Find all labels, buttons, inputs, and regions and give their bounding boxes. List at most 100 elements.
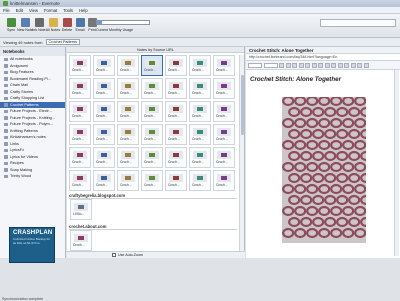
bullet-list-icon[interactable] <box>324 62 330 68</box>
note-thumbnail[interactable]: Croch... <box>117 101 139 122</box>
thumbnail-label: Croch... <box>96 160 108 164</box>
note-thumbnail[interactable]: Croch... <box>141 55 163 76</box>
note-thumbnail[interactable]: Croch... <box>141 124 163 145</box>
italic-icon[interactable] <box>285 62 291 68</box>
note-thumbnail[interactable]: Croch... <box>165 101 187 122</box>
note-thumbnail[interactable]: Croch... <box>165 124 187 145</box>
note-thumbnail[interactable]: Croch... <box>93 55 115 76</box>
note-thumbnail[interactable]: Croch... <box>69 124 91 145</box>
note-thumbnail[interactable]: Croch... <box>213 124 235 145</box>
thumbnail-image <box>169 82 183 90</box>
note-thumbnail[interactable]: Croch... <box>93 78 115 99</box>
thumbnail-image <box>217 151 231 159</box>
note-thumbnail[interactable]: Croch... <box>141 101 163 122</box>
note-thumbnail[interactable]: Croch... <box>165 170 187 191</box>
checkbox-icon[interactable] <box>357 62 362 68</box>
auto-zoom-checkbox[interactable] <box>112 253 116 257</box>
note-thumbnail[interactable]: Croch... <box>117 147 139 168</box>
thumbnail-label: Croch... <box>72 160 84 164</box>
note-url[interactable]: http://crochet.lionbrand.com/faq/348.htm… <box>246 54 400 61</box>
note-thumbnail[interactable]: Croch... <box>213 78 235 99</box>
ad-text: Unlimited Online Backup for as little as… <box>13 237 51 245</box>
thumbnail-label: Croch... <box>216 183 228 187</box>
note-thumbnail[interactable]: Croch... <box>93 124 115 145</box>
menu-format[interactable]: Format <box>44 8 57 13</box>
menu-bar: File Edit View Format Tools Help <box>0 7 400 14</box>
strike-icon[interactable] <box>298 62 304 68</box>
note-title[interactable]: Crochet Stitch: Alone Together <box>246 47 400 54</box>
note-thumbnail[interactable]: Croch... <box>93 101 115 122</box>
note-thumbnail[interactable]: Croch... <box>189 124 211 145</box>
thumbnail-image <box>73 105 87 113</box>
search-input[interactable] <box>320 19 396 27</box>
menu-file[interactable]: File <box>3 8 10 13</box>
number-list-icon[interactable] <box>331 62 336 68</box>
note-thumbnail[interactable]: Croch... <box>189 101 211 122</box>
note-thumbnail[interactable]: Croch... <box>69 170 91 191</box>
note-thumbnail[interactable]: Croch... <box>189 78 211 99</box>
indent-icon[interactable] <box>337 62 343 68</box>
align-right-icon[interactable] <box>318 62 323 68</box>
align-center-icon[interactable] <box>311 62 317 68</box>
thumbnail-label: Croch... <box>168 183 180 187</box>
zoom-bar: Use Auto-Zoom <box>67 251 245 258</box>
note-thumbnail[interactable]: Croch... <box>117 170 139 191</box>
notebook-selector[interactable]: Crochet Patterns <box>45 39 81 45</box>
note-thumbnail[interactable]: Croch... <box>189 55 211 76</box>
note-thumbnail[interactable]: Croch... <box>141 78 163 99</box>
notebook-icon <box>4 122 8 126</box>
note-thumbnail[interactable]: Croch... <box>165 55 187 76</box>
thumbnail-label: Croch... <box>168 137 180 141</box>
thumbnail-image <box>97 105 111 113</box>
notebook-icon <box>4 96 8 100</box>
notes-scrollbar[interactable] <box>239 55 244 251</box>
note-thumbnail[interactable]: Croch... <box>69 78 91 99</box>
font-select[interactable] <box>248 62 262 68</box>
size-select[interactable] <box>263 62 278 68</box>
note-thumbnail[interactable]: Croch... <box>93 147 115 168</box>
note-thumbnail[interactable]: Croch... <box>165 147 187 168</box>
ink-note-icon <box>34 18 44 27</box>
note-thumbnail[interactable]: Croch... <box>69 55 91 76</box>
note-thumbnail[interactable]: Croch... <box>93 170 115 191</box>
thumbnail-image <box>217 82 231 90</box>
thumbnail-image <box>193 151 207 159</box>
auto-zoom-label: Use Auto-Zoom <box>118 253 143 257</box>
note-thumbnail[interactable]: Croch... <box>117 55 139 76</box>
bold-icon[interactable] <box>279 62 284 68</box>
menu-edit[interactable]: Edit <box>16 8 23 13</box>
note-thumbnail[interactable]: Croch... <box>141 170 163 191</box>
thumbnail-image <box>169 105 183 113</box>
note-thumbnail[interactable]: Croch... <box>69 101 91 122</box>
note-thumbnail[interactable]: Croch... <box>165 78 187 99</box>
note-thumbnail[interactable]: Croch... <box>70 230 92 251</box>
note-thumbnail[interactable]: Lif Bo... <box>70 199 92 220</box>
underline-icon[interactable] <box>292 62 297 68</box>
notebook-icon <box>4 135 8 139</box>
thumbnail-image <box>217 174 231 182</box>
sidebar-item-label: Future Projects - Polym... <box>10 122 53 127</box>
note-thumbnail[interactable]: Croch... <box>189 147 211 168</box>
note-thumbnail[interactable]: Croch... <box>117 78 139 99</box>
note-thumbnail[interactable]: Croch... <box>213 170 235 191</box>
sidebar-item-notebook[interactable]: Trinity Wood <box>0 173 65 180</box>
note-thumbnail[interactable]: Croch... <box>117 124 139 145</box>
all-notes-icon <box>48 18 58 27</box>
table-icon[interactable] <box>363 62 369 68</box>
note-thumbnail[interactable]: Croch... <box>213 147 235 168</box>
menu-tools[interactable]: Tools <box>63 8 73 13</box>
note-thumbnail[interactable]: Croch... <box>213 55 235 76</box>
thumbnail-label: Croch... <box>144 68 156 72</box>
link-icon[interactable] <box>350 62 356 68</box>
thumbnail-label: Croch... <box>216 114 228 118</box>
editor-scrollbar[interactable] <box>394 70 399 256</box>
note-thumbnail[interactable]: Croch... <box>69 147 91 168</box>
note-thumbnail[interactable]: Croch... <box>141 147 163 168</box>
outdent-icon[interactable] <box>344 62 349 68</box>
note-thumbnail[interactable]: Croch... <box>189 170 211 191</box>
note-thumbnail[interactable]: Croch... <box>213 101 235 122</box>
menu-help[interactable]: Help <box>79 8 88 13</box>
align-left-icon[interactable] <box>305 62 310 68</box>
menu-view[interactable]: View <box>29 8 38 13</box>
thumbnail-label: Croch... <box>216 91 228 95</box>
